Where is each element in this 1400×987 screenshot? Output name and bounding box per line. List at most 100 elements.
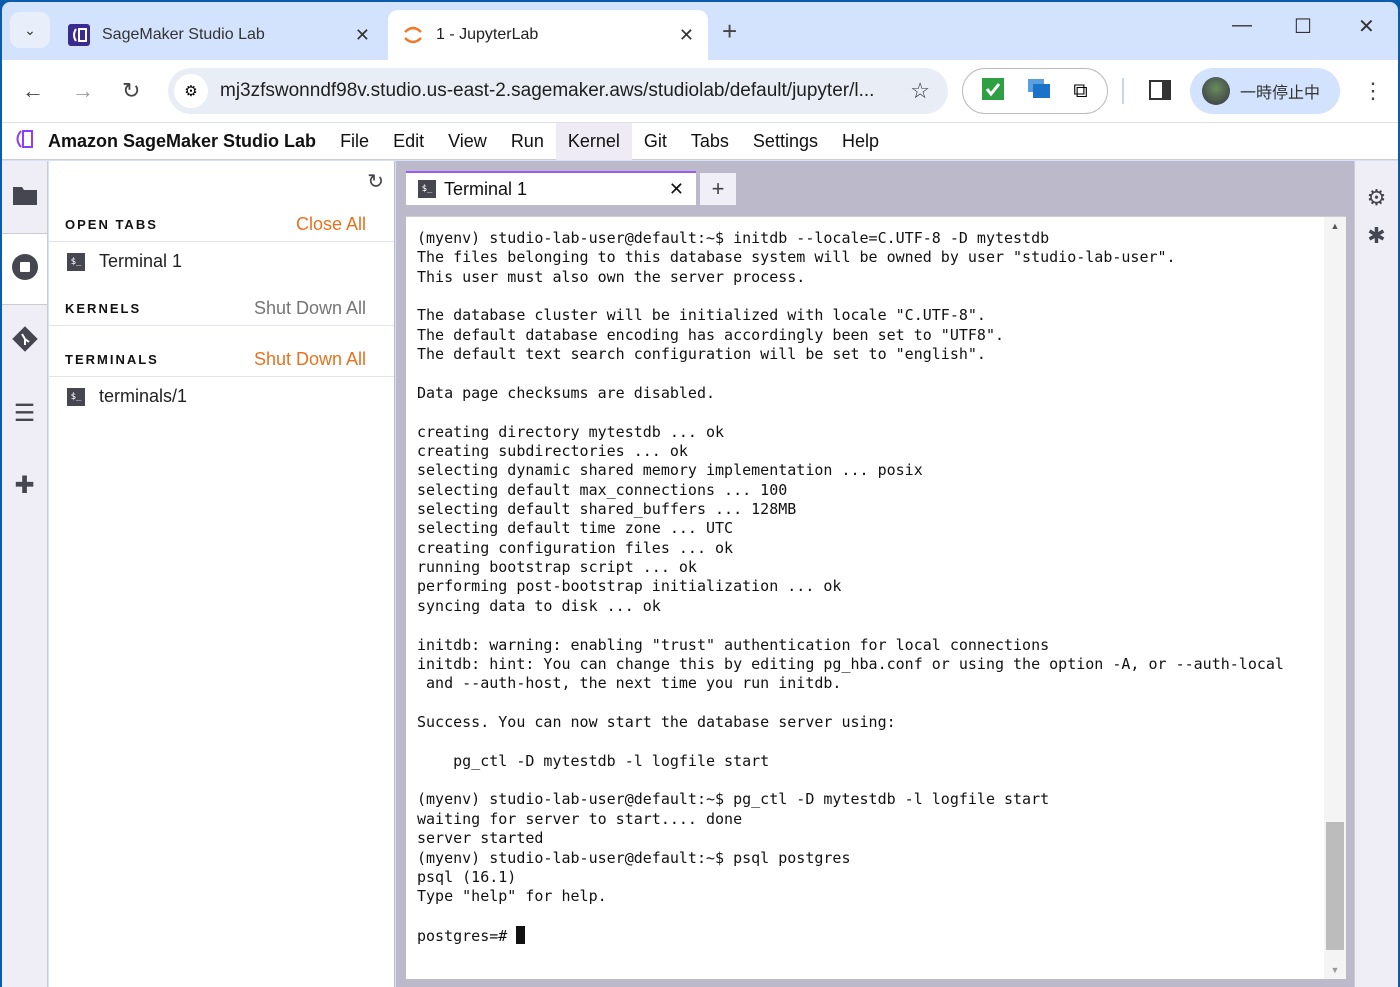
table-of-contents-tab[interactable]: ☰ — [2, 377, 47, 449]
scroll-down-icon[interactable]: ▼ — [1324, 965, 1346, 975]
terminal-line: (myenv) studio-lab-user@default:~$ initd… — [417, 229, 1050, 247]
menu-edit[interactable]: Edit — [381, 123, 436, 160]
shut-down-all-terminals-button[interactable]: Shut Down All — [254, 349, 366, 370]
running-panel: ↻ OPEN TABS Close All $_ Terminal 1 KERN… — [49, 161, 395, 987]
list-item-terminals-1[interactable]: $_ terminals/1 — [67, 386, 187, 407]
address-bar[interactable]: ⚙ mj3zfswonndf98v.studio.us-east-2.sagem… — [168, 68, 948, 114]
extensions-group: ⧉ — [962, 68, 1108, 114]
tab-search-button[interactable]: ⌄ — [10, 12, 50, 48]
close-tab-icon[interactable]: ✕ — [679, 25, 694, 46]
stop-circle-icon — [11, 253, 39, 286]
browser-tab-sagemaker[interactable]: SageMaker Studio Lab ✕ — [54, 10, 384, 60]
menu-view[interactable]: View — [436, 123, 499, 160]
terminal-icon: $_ — [418, 180, 436, 198]
new-tab-button[interactable]: + — [722, 16, 737, 47]
maximize-button[interactable]: ☐ — [1294, 14, 1312, 39]
close-all-button[interactable]: Close All — [296, 214, 366, 235]
terminal-line: This user must also own the server proce… — [417, 267, 806, 286]
terminal-line: (myenv) studio-lab-user@default:~$ pg_ct… — [417, 790, 1050, 809]
menu-help[interactable]: Help — [830, 123, 891, 160]
terminal-line: initdb: warning: enabling "trust" authen… — [417, 635, 1050, 654]
browser-window: ⌄ SageMaker Studio Lab ✕ 1 - JupyterLab … — [2, 2, 1398, 987]
profile-status: 一時停止中 — [1240, 85, 1321, 102]
bookmark-star-icon[interactable]: ☆ — [910, 78, 930, 104]
list-icon: ☰ — [13, 399, 36, 427]
terminal-line: Data page checksums are disabled. — [417, 383, 716, 402]
terminal-view[interactable]: (myenv) studio-lab-user@default:~$ initd… — [406, 216, 1346, 979]
browser-tab-jupyterlab[interactable]: 1 - JupyterLab ✕ — [388, 10, 708, 60]
menu-run[interactable]: Run — [499, 123, 556, 160]
screenshot-extension-icon[interactable] — [1027, 78, 1051, 105]
file-browser-tab[interactable] — [2, 161, 47, 233]
tab-label: Terminal 1 — [444, 178, 528, 199]
menu-kernel[interactable]: Kernel — [555, 122, 632, 160]
section-heading: TERMINALS — [65, 352, 159, 367]
menu-git[interactable]: Git — [632, 123, 679, 160]
shut-down-all-kernels-button[interactable]: Shut Down All — [254, 298, 366, 319]
profile-button[interactable]: 一時停止中 — [1190, 68, 1340, 114]
terminal-line: server started — [417, 829, 544, 848]
running-sessions-tab[interactable] — [2, 233, 47, 305]
add-tab-button[interactable]: + — [700, 173, 736, 205]
git-icon — [11, 325, 39, 358]
close-window-button[interactable]: ✕ — [1358, 14, 1375, 39]
scrollbar-thumb[interactable] — [1326, 822, 1344, 950]
item-label: Terminal 1 — [99, 251, 183, 271]
extension-manager-tab[interactable]: ✚ — [2, 449, 47, 521]
terminal-prompt-line: postgres=# — [417, 925, 1284, 946]
terminal-line: waiting for server to start.... done — [417, 809, 743, 828]
url-text[interactable]: mj3zfswonndf98v.studio.us-east-2.sagemak… — [220, 80, 910, 102]
prompt: postgres=# — [417, 926, 517, 945]
terminal-line: performing post-bootstrap initialization… — [417, 577, 842, 596]
divider — [1122, 78, 1124, 104]
more-menu-icon[interactable]: ⋮ — [1362, 78, 1384, 104]
cursor — [516, 925, 526, 944]
terminal-icon: $_ — [67, 252, 85, 271]
back-button[interactable]: ← — [22, 78, 44, 104]
terminal-line: creating configuration files ... ok — [417, 538, 734, 557]
tab-title: SageMaker Studio Lab — [102, 26, 265, 43]
item-label: terminals/1 — [99, 386, 188, 406]
terminal-line: Success. You can now start the database … — [417, 712, 896, 731]
reload-button[interactable]: ↻ — [122, 78, 140, 104]
forward-button[interactable]: → — [72, 78, 94, 104]
terminal-line: (myenv) studio-lab-user@default:~$ psql … — [417, 848, 851, 867]
scroll-up-icon[interactable]: ▲ — [1324, 217, 1346, 231]
minimize-button[interactable]: — — [1232, 14, 1252, 37]
terminal-line: The database cluster will be initialized… — [417, 306, 986, 325]
close-tab-icon[interactable]: ✕ — [669, 179, 684, 200]
kernels-section: KERNELS Shut Down All — [49, 292, 394, 326]
puzzle-extensions-icon[interactable]: ⧉ — [1073, 80, 1087, 103]
terminal-line: The default database encoding has accord… — [417, 325, 1004, 344]
side-panel-icon[interactable] — [1149, 80, 1171, 100]
main-area: $_ Terminal 1 ✕ + (myenv) studio-lab-use… — [396, 161, 1356, 987]
terminal-line: selecting default shared_buffers ... 128… — [417, 500, 797, 519]
site-settings-icon[interactable]: ⚙ — [174, 74, 208, 108]
jupyter-icon — [402, 24, 424, 46]
menu-tabs[interactable]: Tabs — [679, 123, 741, 160]
menu-file[interactable]: File — [328, 123, 381, 160]
refresh-icon[interactable]: ↻ — [367, 169, 384, 194]
terminal-output: (myenv) studio-lab-user@default:~$ initd… — [417, 229, 1284, 946]
list-item-terminal-1[interactable]: $_ Terminal 1 — [67, 251, 182, 272]
scrollbar[interactable]: ▲ ▼ — [1324, 217, 1346, 979]
tab-terminal-1[interactable]: $_ Terminal 1 ✕ — [406, 171, 696, 205]
menu-settings[interactable]: Settings — [741, 123, 830, 160]
section-heading: OPEN TABS — [65, 217, 158, 232]
terminal-line: pg_ctl -D mytestdb -l logfile start — [417, 751, 770, 770]
sagemaker-icon — [68, 24, 90, 46]
checkmark-extension-icon[interactable] — [982, 77, 1005, 105]
app-menubar: Amazon SageMaker Studio Lab File Edit Vi… — [2, 122, 1398, 160]
close-tab-icon[interactable]: ✕ — [355, 25, 370, 46]
terminal-line: and --auth-host, the next time you run i… — [417, 674, 842, 693]
terminal-line: psql (16.1) — [417, 867, 517, 886]
git-tab[interactable] — [2, 305, 47, 377]
terminal-icon: $_ — [67, 387, 85, 406]
